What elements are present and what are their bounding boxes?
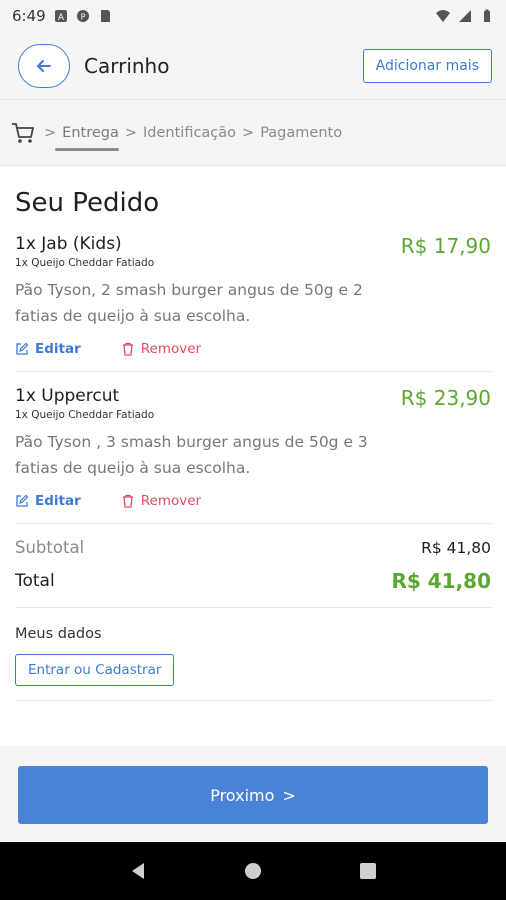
divider	[15, 700, 491, 701]
nav-home-icon[interactable]	[242, 860, 264, 882]
chevron-right-icon: >	[282, 785, 296, 805]
edit-label: Editar	[35, 341, 81, 357]
order-item-info: 1x Jab (Kids) 1x Queijo Cheddar Fatiado	[15, 234, 154, 269]
order-item-name: 1x Jab (Kids)	[15, 234, 122, 254]
nav-recents-icon[interactable]	[357, 860, 379, 882]
order-item-description: Pão Tyson , 3 smash burger angus de 50g …	[15, 433, 368, 477]
status-left: 6:49 A P	[12, 7, 112, 25]
breadcrumb-separator: >	[124, 124, 138, 141]
notification-a-icon: A	[54, 10, 67, 23]
back-button[interactable]	[18, 43, 70, 88]
order-item-price: R$ 17,90	[400, 234, 491, 258]
status-right	[436, 9, 494, 23]
order-content: Seu Pedido 1x Jab (Kids) 1x Queijo Chedd…	[0, 188, 506, 701]
order-item-header: 1x Uppercut 1x Queijo Cheddar Fatiado R$…	[15, 386, 491, 421]
battery-icon	[484, 9, 490, 22]
order-item-actions: Editar Remover	[15, 341, 491, 357]
order-item-price: R$ 23,90	[400, 386, 491, 410]
remove-label: Remover	[140, 341, 202, 357]
step-identificacao[interactable]: Identificação	[143, 125, 236, 141]
order-item-actions: Editar Remover	[15, 493, 491, 509]
login-register-button[interactable]: Entrar ou Cadastrar	[15, 654, 175, 686]
status-bar: 6:49 A P	[0, 0, 506, 32]
edit-icon	[16, 342, 29, 355]
footer: Proximo >	[0, 746, 506, 842]
order-item-option: 1x Queijo Cheddar Fatiado	[15, 257, 155, 269]
cart-icon[interactable]	[10, 120, 36, 146]
total-row: Total R$ 41,80	[15, 569, 491, 608]
breadcrumb: > Entrega > Identificação > Pagamento	[44, 125, 342, 141]
sd-card-icon	[100, 10, 110, 22]
page-title: Carrinho	[84, 53, 170, 78]
svg-text:A: A	[58, 13, 65, 23]
next-label: Proximo	[210, 785, 275, 805]
step-pagamento[interactable]: Pagamento	[260, 125, 342, 141]
order-item: 1x Uppercut 1x Queijo Cheddar Fatiado R$…	[15, 386, 491, 524]
signal-icon	[459, 10, 471, 22]
edit-item-button[interactable]: Editar	[15, 493, 81, 509]
status-time: 6:49	[12, 7, 46, 25]
notification-p-icon: P	[76, 10, 89, 22]
order-item-name: 1x Uppercut	[15, 386, 120, 406]
breadcrumb-separator: >	[242, 124, 255, 141]
user-data-label: Meus dados	[15, 626, 102, 642]
active-step-indicator	[55, 148, 119, 151]
order-section-title: Seu Pedido	[15, 188, 160, 218]
back-arrow-icon	[37, 59, 51, 72]
trash-icon	[122, 494, 133, 508]
order-item-description: Pão Tyson, 2 smash burger angus de 50g e…	[15, 281, 363, 325]
wifi-icon	[436, 10, 450, 22]
remove-item-button[interactable]: Remover	[121, 493, 201, 509]
order-item: 1x Jab (Kids) 1x Queijo Cheddar Fatiado …	[15, 234, 491, 372]
trash-icon	[122, 342, 133, 356]
add-more-button[interactable]: Adicionar mais	[362, 48, 492, 83]
system-nav-bar	[0, 842, 506, 900]
order-item-header: 1x Jab (Kids) 1x Queijo Cheddar Fatiado …	[15, 234, 491, 269]
edit-label: Editar	[35, 493, 81, 509]
step-entrega[interactable]: Entrega	[62, 125, 119, 141]
breadcrumb-separator: >	[44, 124, 57, 141]
total-value: R$ 41,80	[391, 569, 491, 593]
edit-item-button[interactable]: Editar	[15, 341, 81, 357]
subtotal-value: R$ 41,80	[421, 538, 491, 557]
nav-back-icon[interactable]	[127, 860, 149, 882]
svg-text:P: P	[80, 13, 85, 22]
checkout-steps: > Entrega > Identificação > Pagamento	[0, 100, 506, 166]
order-item-option: 1x Queijo Cheddar Fatiado	[15, 409, 155, 421]
order-item-info: 1x Uppercut 1x Queijo Cheddar Fatiado	[15, 386, 154, 421]
app-bar: Carrinho Adicionar mais	[0, 32, 506, 100]
remove-label: Remover	[140, 493, 202, 509]
edit-icon	[16, 494, 29, 507]
total-label: Total	[15, 571, 55, 591]
remove-item-button[interactable]: Remover	[121, 341, 201, 357]
subtotal-label: Subtotal	[15, 538, 85, 557]
next-button[interactable]: Proximo >	[18, 766, 488, 824]
subtotal-row: Subtotal R$ 41,80	[15, 538, 491, 557]
